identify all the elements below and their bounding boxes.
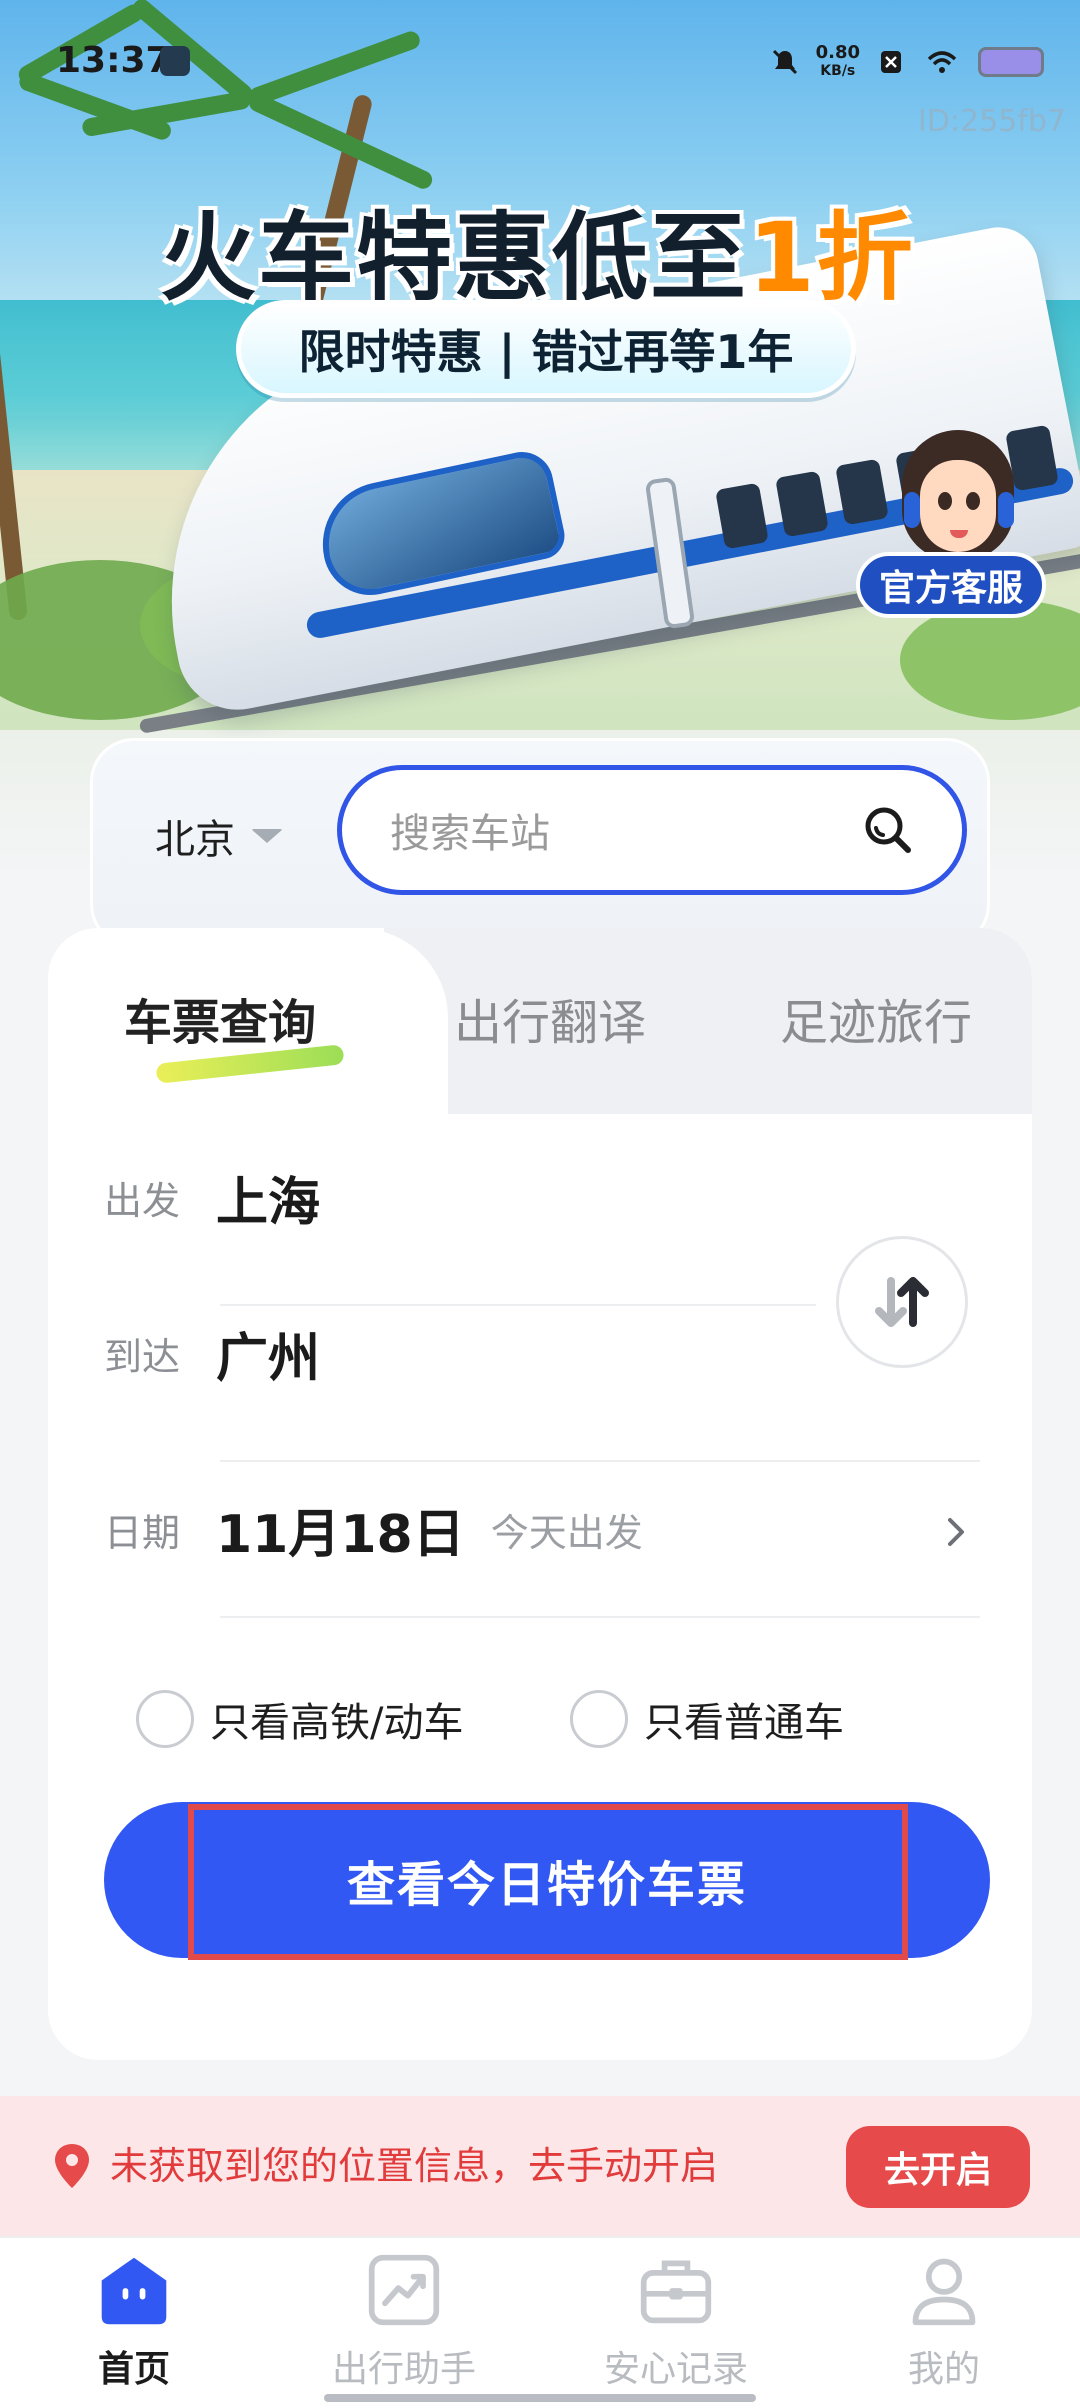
status-bar: 13:37 0.80 KB/s ID:255fb7: [0, 0, 1080, 139]
enable-location-button[interactable]: 去开启: [846, 2126, 1030, 2208]
mute-bell-icon: [772, 49, 797, 75]
option-high-speed[interactable]: 只看高铁/动车: [136, 1684, 463, 1754]
nav-travel-assistant[interactable]: 出行助手: [294, 2252, 514, 2392]
nav-safety-records[interactable]: 安心记录: [566, 2252, 786, 2392]
tab-bar: 车票查询 出行翻译 足迹旅行: [48, 928, 1032, 1114]
service-avatar-face: [920, 460, 996, 552]
tab-footprint-travel[interactable]: 足迹旅行: [780, 988, 972, 1058]
promo-title: 火车特惠低至1折: [160, 180, 915, 319]
city-name: 北京: [155, 817, 235, 863]
network-speed-value: 0.80: [815, 42, 860, 63]
trend-icon: [368, 2254, 440, 2326]
highlight-outline: [188, 1804, 908, 1960]
depart-label: 出发: [104, 1178, 181, 1223]
promo-subtitle: 限时特惠 | 错过再等1年: [236, 300, 856, 398]
wifi-icon: [927, 51, 957, 73]
divider: [220, 1460, 980, 1462]
depart-city[interactable]: 上海: [216, 1160, 320, 1235]
date-value: 11月18日: [216, 1504, 465, 1565]
station-search-card: 北京 搜索车站: [90, 738, 990, 948]
search-icon[interactable]: [860, 802, 916, 858]
customer-service-label: 官方客服: [856, 552, 1046, 618]
user-icon: [912, 2258, 976, 2326]
swap-arrows-icon: [875, 1277, 929, 1327]
home-indicator[interactable]: [324, 2394, 756, 2402]
location-notice-bar: 未获取到您的位置信息，去手动开启 去开启: [0, 2096, 1080, 2236]
bottom-navigation: 首页 出行助手 安心记录 我的: [0, 2236, 1080, 2408]
nav-profile-label: 我的: [907, 2349, 980, 2390]
high-speed-label: 只看高铁/动车: [210, 1700, 464, 1746]
date-note: 今天出发: [490, 1510, 643, 1555]
nav-safety-records-label: 安心记录: [603, 2349, 748, 2390]
regular-train-radio[interactable]: [570, 1690, 628, 1748]
nav-home[interactable]: 首页: [24, 2252, 244, 2392]
location-notice-text: 未获取到您的位置信息，去手动开启: [110, 2144, 719, 2188]
swap-stations-button[interactable]: [836, 1236, 968, 1368]
customer-service-button[interactable]: 官方客服: [856, 430, 1046, 630]
home-icon: [101, 2257, 167, 2325]
id-watermark: ID:255fb7: [917, 104, 1066, 139]
depart-row[interactable]: 出发 上海: [104, 1142, 320, 1252]
headset-icon: [904, 492, 920, 528]
search-placeholder: 搜索车站: [390, 811, 550, 857]
option-regular-train[interactable]: 只看普通车: [570, 1684, 844, 1754]
nav-profile[interactable]: 我的: [834, 2252, 1054, 2392]
briefcase-icon: [640, 2260, 712, 2324]
network-speed-unit: KB/s: [820, 63, 856, 79]
arrive-label: 到达: [104, 1334, 181, 1379]
date-row[interactable]: 日期 11月18日 今天出发: [104, 1474, 643, 1584]
chevron-right-icon[interactable]: [938, 1514, 974, 1550]
city-selector[interactable]: 北京: [155, 801, 283, 871]
headset-icon: [998, 492, 1014, 528]
tab-ticket-query[interactable]: 车票查询: [124, 988, 316, 1058]
divider: [220, 1616, 980, 1618]
regular-train-label: 只看普通车: [644, 1700, 844, 1746]
date-label: 日期: [104, 1510, 181, 1555]
nav-travel-assistant-label: 出行助手: [331, 2349, 476, 2390]
caret-down-icon: [251, 829, 283, 843]
service-avatar-eye: [938, 492, 952, 510]
arrive-city[interactable]: 广州: [216, 1316, 320, 1391]
battery-icon: [978, 47, 1044, 77]
ticket-query-card: 车票查询 出行翻译 足迹旅行 出发 上海 到达 广州 日期 11月18日 今天出…: [48, 928, 1032, 2060]
network-speed: 0.80 KB/s: [816, 44, 860, 80]
promo-title-main: 火车特惠低至: [160, 202, 748, 314]
service-avatar-eye: [966, 492, 980, 510]
status-time: 13:37: [56, 40, 171, 81]
nav-home-label: 首页: [97, 2349, 170, 2390]
arrive-row[interactable]: 到达 广州: [104, 1298, 320, 1408]
high-speed-radio[interactable]: [136, 1690, 194, 1748]
sim-off-icon: [881, 51, 901, 73]
tab-travel-translate[interactable]: 出行翻译: [454, 988, 646, 1058]
promo-title-accent: 1折: [748, 202, 915, 314]
status-icons: 0.80 KB/s: [770, 40, 1044, 84]
message-notification-icon: [160, 46, 190, 76]
station-search-input[interactable]: 搜索车站: [337, 765, 967, 895]
location-pin-icon: [55, 2144, 89, 2188]
